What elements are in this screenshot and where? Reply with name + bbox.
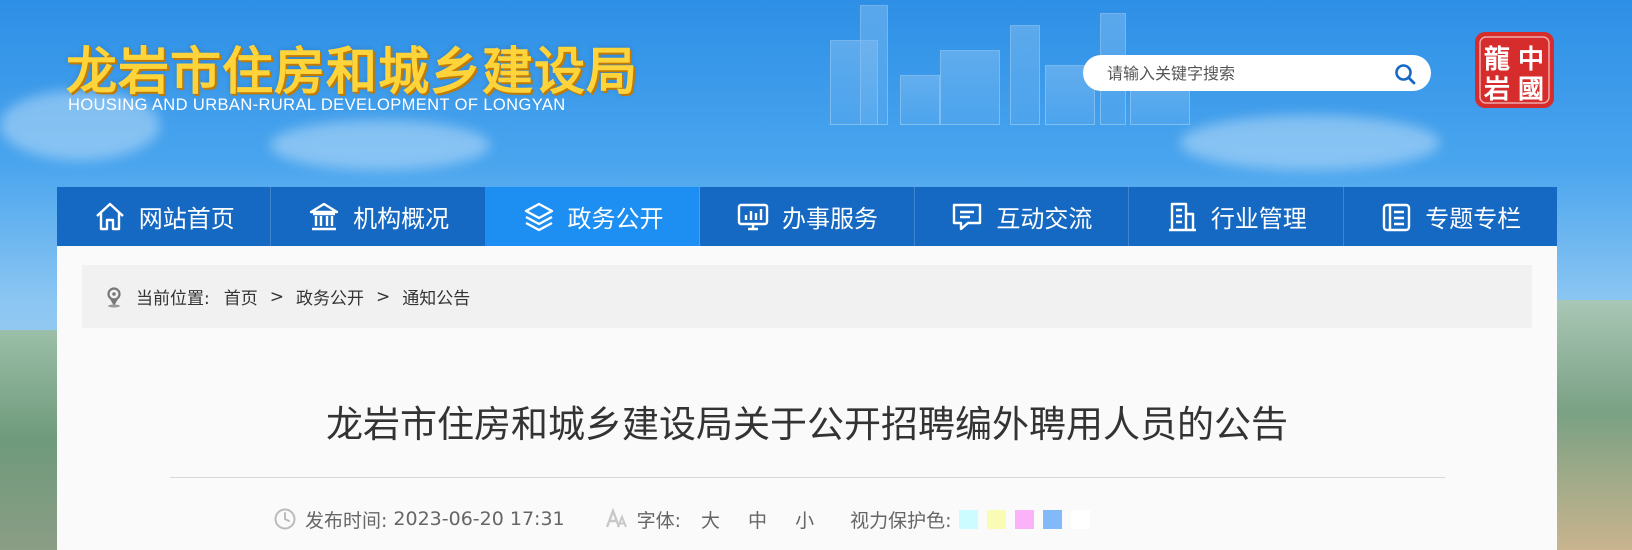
background-cloud <box>270 120 490 170</box>
china-seal-logo: 龍 中 岩 國 <box>1475 32 1554 108</box>
main-nav: 网站首页 机构概况 政务公开 办事服务 互动交流 行业管理 专题专栏 <box>57 187 1557 246</box>
eye-color-cyan-swatch[interactable] <box>959 509 979 529</box>
breadcrumb: 当前位置: 首页 > 政务公开 > 通知公告 <box>82 265 1532 328</box>
clock-icon <box>274 508 296 530</box>
background-cityscape-right <box>1552 300 1632 550</box>
title-divider <box>170 477 1445 478</box>
breadcrumb-link-home[interactable]: 首页 <box>224 284 258 309</box>
publish-time-value: 2023-06-20 17:31 <box>393 508 565 530</box>
nav-item-label: 互动交流 <box>996 205 1093 233</box>
eye-color-pink-swatch[interactable] <box>1015 509 1035 529</box>
font-size-small-button[interactable]: 小 <box>795 506 814 533</box>
svg-text:中: 中 <box>1518 45 1544 75</box>
nav-item-label: 办事服务 <box>781 205 878 233</box>
chat-icon <box>953 203 982 230</box>
document-list-icon <box>1383 203 1411 231</box>
home-icon <box>95 202 124 230</box>
nav-item-label: 行业管理 <box>1210 205 1307 233</box>
breadcrumb-prefix: 当前位置: <box>136 289 210 309</box>
nav-item-topics[interactable]: 专题专栏 <box>1344 187 1557 246</box>
building-icon <box>1168 202 1196 231</box>
location-pin-icon <box>107 286 121 307</box>
nav-item-gov-affairs[interactable]: 政务公开 <box>485 187 701 246</box>
breadcrumb-link-notices[interactable]: 通知公告 <box>402 284 470 309</box>
content-panel: 当前位置: 首页 > 政务公开 > 通知公告 龙岩市住房和城乡建设局关于公开招聘… <box>57 246 1557 550</box>
eye-color-yellow-swatch[interactable] <box>987 509 1007 529</box>
svg-text:岩: 岩 <box>1483 75 1510 105</box>
breadcrumb-separator: > <box>269 286 284 307</box>
breadcrumb-separator: > <box>375 286 391 307</box>
nav-item-industry[interactable]: 行业管理 <box>1129 187 1344 246</box>
eye-color-blue-swatch[interactable] <box>1043 509 1063 529</box>
breadcrumb-link-gov-affairs[interactable]: 政务公开 <box>296 284 364 309</box>
publish-time-label: 发布时间: <box>305 509 388 532</box>
svg-text:龍: 龍 <box>1484 44 1510 75</box>
eye-color-white-swatch[interactable] <box>1071 509 1091 529</box>
nav-item-label: 网站首页 <box>138 205 235 233</box>
font-size-icon <box>605 507 627 528</box>
nav-item-interaction[interactable]: 互动交流 <box>915 187 1130 246</box>
search-box <box>1083 55 1431 91</box>
nav-item-institution[interactable]: 机构概况 <box>271 187 486 246</box>
search-button[interactable] <box>1393 62 1417 86</box>
nav-item-label: 机构概况 <box>353 205 450 233</box>
nav-item-services[interactable]: 办事服务 <box>700 187 915 246</box>
eye-protection-label: 视力保护色: <box>850 509 952 532</box>
layers-icon <box>524 202 553 231</box>
article-meta: 发布时间: 2023-06-20 17:31 字体: 大 中 小 视力保护色: <box>273 504 1099 534</box>
site-logo-subtitle: HOUSING AND URBAN-RURAL DEVELOPMENT OF L… <box>68 96 566 114</box>
nav-item-label: 政务公开 <box>567 205 664 233</box>
background-cityscape-left <box>0 330 60 550</box>
article-title: 龙岩市住房和城乡建设局关于公开招聘编外聘用人员的公告 <box>326 403 1288 446</box>
search-input[interactable] <box>1107 61 1377 85</box>
font-size-large-button[interactable]: 大 <box>701 506 720 533</box>
institution-icon <box>309 202 339 230</box>
font-size-label: 字体: <box>636 509 682 532</box>
nav-item-label: 专题专栏 <box>1425 205 1522 233</box>
nav-item-home[interactable]: 网站首页 <box>57 187 272 246</box>
font-size-medium-button[interactable]: 中 <box>748 506 767 533</box>
monitor-chart-icon <box>737 203 769 230</box>
svg-text:國: 國 <box>1518 75 1544 105</box>
site-logo-title[interactable]: 龙岩市住房和城乡建设局 <box>66 30 638 104</box>
search-icon <box>1395 64 1416 85</box>
